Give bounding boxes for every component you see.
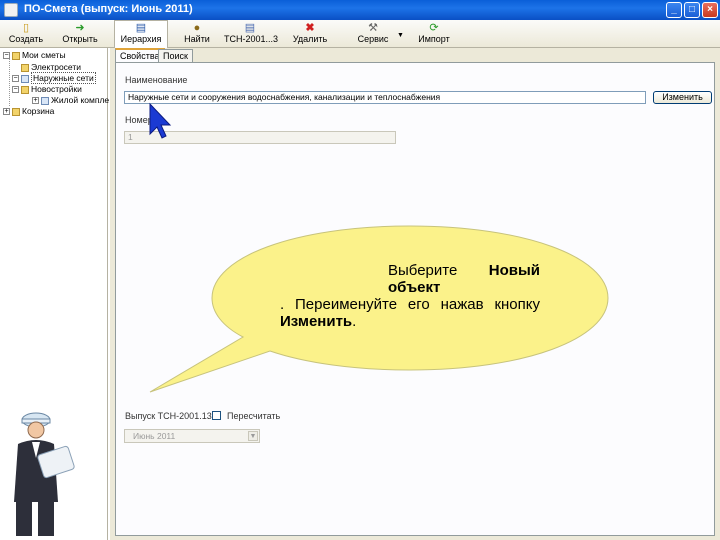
find-button[interactable]: ● Найти: [180, 21, 214, 47]
hierarchy-icon: ▤: [135, 22, 147, 34]
tab-search[interactable]: Поиск: [158, 49, 193, 63]
hierarchy-button[interactable]: ▤ Иерархия: [114, 20, 168, 48]
folder-icon: [12, 51, 20, 60]
tree-item-my-estimates[interactable]: − Мои сметы: [3, 50, 66, 61]
tree-lines: [9, 56, 10, 106]
name-field[interactable]: Наружные сети и сооружения водоснабжения…: [124, 91, 646, 104]
tree-item-new-buildings[interactable]: − Новостройки: [12, 84, 82, 95]
open-button[interactable]: ➜ Открыть: [58, 21, 102, 47]
tree-item-trash[interactable]: + Корзина: [3, 106, 54, 117]
expand-icon[interactable]: +: [32, 97, 39, 105]
callout-text: Выберите Новый объект. Переименуйте его …: [280, 262, 540, 330]
arrow-right-icon: ➜: [75, 22, 85, 34]
name-label: Наименование: [125, 75, 188, 85]
chevron-down-icon: ▼: [248, 431, 258, 441]
import-icon: ⟳: [429, 22, 439, 34]
release-select: Июнь 2011 ▼: [124, 429, 260, 443]
collapse-icon[interactable]: −: [12, 86, 19, 94]
delete-icon: ✖: [305, 22, 315, 34]
recalc-checkbox[interactable]: [212, 411, 221, 420]
release-label: Выпуск ТСН-2001.13: [125, 411, 212, 421]
new-doc-icon: ▯: [22, 22, 30, 34]
folder-icon: [12, 107, 20, 116]
delete-button[interactable]: ✖ Удалить: [290, 21, 330, 47]
number-field: 1: [124, 131, 396, 144]
release-select-value: Июнь 2011: [133, 431, 176, 441]
recalc-label: Пересчитать: [227, 411, 281, 421]
app-icon: [4, 3, 18, 17]
service-dropdown-icon[interactable]: ▼: [397, 32, 404, 39]
collapse-icon[interactable]: −: [12, 75, 19, 83]
rename-button[interactable]: Изменить: [653, 91, 712, 104]
import-button[interactable]: ⟳ Импорт: [414, 21, 454, 47]
toolbar: ▯ Создать ➜ Открыть ▤ Иерархия ● Найти ▤…: [0, 20, 720, 48]
maximize-button[interactable]: □: [684, 2, 700, 18]
tree-item-residential[interactable]: + Жилой компле: [32, 95, 109, 106]
number-label: Номер: [125, 115, 153, 125]
tsn-button[interactable]: ▤ ТСН-2001...3: [224, 21, 278, 47]
find-icon: ●: [193, 22, 201, 34]
folder-icon: [41, 96, 49, 105]
collapse-icon[interactable]: −: [3, 52, 10, 60]
title-bar: ПО-Смета (выпуск: Июнь 2011) _ □ ×: [0, 0, 720, 20]
create-button[interactable]: ▯ Создать: [6, 21, 46, 47]
tools-icon: ⚒: [368, 22, 378, 34]
close-button[interactable]: ×: [702, 2, 718, 18]
window-title: ПО-Смета (выпуск: Июнь 2011): [24, 3, 193, 15]
book-icon: ▤: [244, 22, 256, 34]
tree-item-outdoor-networks[interactable]: − Наружные сети: [12, 72, 96, 84]
engineer-illustration: [14, 412, 75, 536]
minimize-button[interactable]: _: [666, 2, 682, 18]
folder-icon: [21, 74, 29, 83]
expand-icon[interactable]: +: [3, 108, 10, 116]
folder-icon: [21, 63, 29, 72]
service-button[interactable]: ⚒ Сервис: [352, 21, 394, 47]
folder-icon: [21, 85, 29, 94]
